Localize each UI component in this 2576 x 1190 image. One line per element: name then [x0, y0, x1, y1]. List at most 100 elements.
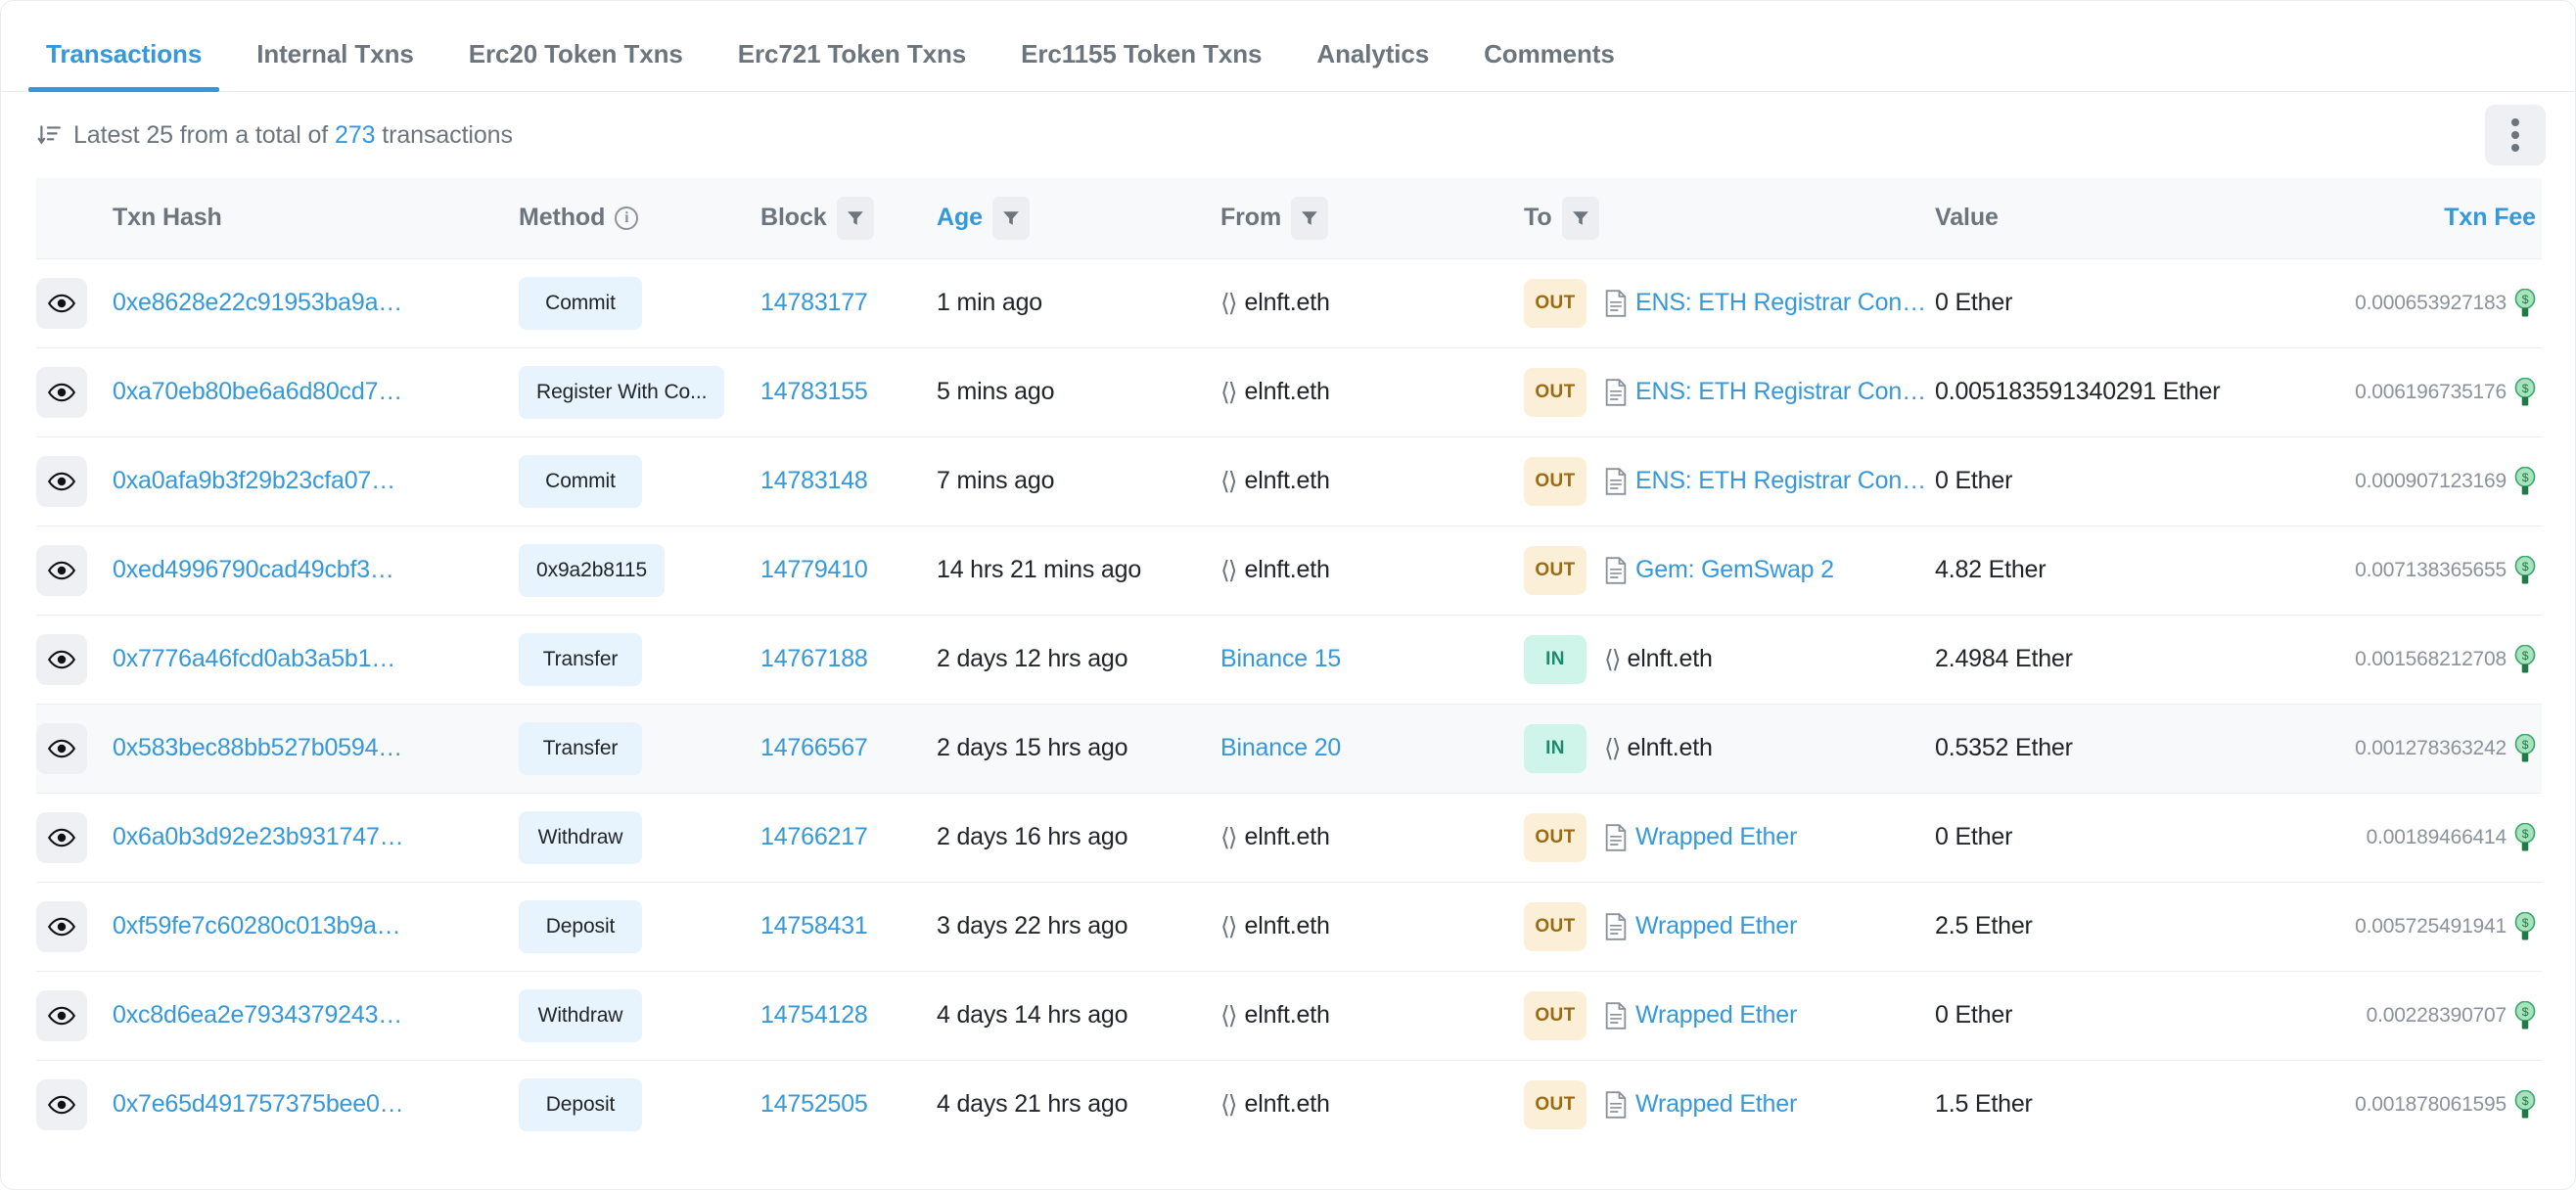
column-filter-button[interactable] [1291, 196, 1329, 240]
row-actions-cell [36, 971, 113, 1060]
age-cell: 4 days 14 hrs ago [937, 1001, 1128, 1029]
txn-hash-link[interactable]: 0xe8628e22c91953ba9a… [113, 289, 402, 317]
to-address-link[interactable]: Wrapped Ether [1635, 823, 1797, 851]
tab-transactions[interactable]: Transactions [19, 39, 229, 92]
tab-bar: Transactions Internal Txns Erc20 Token Txn… [1, 1, 2575, 92]
from-cell: ⟨⟩ elnft.eth [1220, 436, 1524, 526]
column-filter-button[interactable] [991, 196, 1030, 240]
method-badge[interactable]: Deposit [519, 1077, 642, 1131]
to-cell: OUT Wrapped Ether [1524, 1060, 1935, 1149]
gas-price-icon: $ [2514, 1000, 2536, 1030]
block-number-link[interactable]: 14783148 [760, 467, 868, 494]
view-transaction-button[interactable] [36, 277, 87, 329]
view-transaction-button[interactable] [36, 900, 87, 952]
svg-text:$: $ [2522, 471, 2529, 484]
txn-hash-link[interactable]: 0x7e65d491757375bee0… [113, 1090, 404, 1119]
block-number-link[interactable]: 14767188 [760, 645, 868, 672]
method-badge[interactable]: Commit [519, 276, 642, 330]
svg-text:$: $ [2522, 827, 2529, 841]
method-badge[interactable]: 0x9a2b8115 [519, 543, 666, 597]
more-options-button[interactable] [2485, 105, 2546, 165]
view-transaction-button[interactable] [36, 455, 87, 507]
to-address-link[interactable]: Gem: GemSwap 2 [1635, 556, 1834, 584]
gas-price-icon: $ [2514, 733, 2536, 763]
from-address-label: elnft.eth [1244, 823, 1330, 850]
table-row: 0x7776a46fcd0ab3a5b1… Transfer 14767188 2 d… [36, 615, 2542, 704]
txn-hash-link[interactable]: 0xf59fe7c60280c013b9a… [113, 912, 401, 940]
svg-text:$: $ [2522, 560, 2529, 573]
txn-hash-link[interactable]: 0x6a0b3d92e23b931747… [113, 823, 404, 851]
to-address-link[interactable]: ENS: ETH Registrar Con… [1635, 467, 1926, 495]
view-transaction-button[interactable] [36, 366, 87, 418]
age-cell: 14 hrs 21 mins ago [937, 556, 1142, 583]
tab-comments[interactable]: Comments [1456, 39, 1642, 91]
block-number-link[interactable]: 14754128 [760, 1001, 868, 1029]
contract-doc-icon [1604, 556, 1628, 584]
column-filter-button[interactable] [1561, 196, 1599, 240]
method-badge[interactable]: Register With Co... [519, 365, 725, 419]
to-address-link[interactable]: Wrapped Ether [1635, 1001, 1797, 1030]
view-transaction-button[interactable] [36, 633, 87, 685]
tab-erc20-token-txns[interactable]: Erc20 Token Txns [441, 39, 711, 91]
method-badge[interactable]: Deposit [519, 899, 642, 953]
column-header-label: Method [519, 204, 606, 232]
column-filter-button[interactable] [836, 196, 874, 240]
from-address-label: elnft.eth [1244, 289, 1330, 316]
method-badge[interactable]: Transfer [519, 632, 642, 686]
block-number-link[interactable]: 14779410 [760, 556, 868, 583]
method-cell: Withdraw [519, 793, 760, 882]
method-badge[interactable]: Withdraw [519, 810, 642, 864]
from-address-label: elnft.eth [1244, 467, 1330, 494]
from-address-link[interactable]: Binance 15 [1220, 645, 1341, 673]
eye-icon [48, 383, 75, 401]
block-number-link[interactable]: 14752505 [760, 1090, 868, 1118]
view-transaction-button[interactable] [36, 722, 87, 774]
code-brackets-icon: ⟨⟩ [1220, 912, 1237, 940]
direction-badge: OUT [1524, 278, 1587, 328]
tab-analytics[interactable]: Analytics [1289, 39, 1456, 91]
from-cell: ⟨⟩ elnft.eth [1220, 793, 1524, 882]
txn-hash-link[interactable]: 0xc8d6ea2e7934379243… [113, 1001, 402, 1030]
column-header-label: Txn Fee [2444, 204, 2536, 232]
to-address-link[interactable]: Wrapped Ether [1635, 912, 1797, 940]
tab-erc721-token-txns[interactable]: Erc721 Token Txns [711, 39, 993, 91]
to-address-link[interactable]: ENS: ETH Registrar Con… [1635, 378, 1926, 406]
block-number-link[interactable]: 14766217 [760, 823, 868, 850]
txn-hash-link[interactable]: 0x583bec88bb527b0594… [113, 734, 402, 762]
value-cell: 0 Ether [1935, 823, 2013, 850]
method-cell: Register With Co... [519, 347, 760, 436]
contract-doc-icon [1604, 1001, 1628, 1030]
txn-hash-link[interactable]: 0xed4996790cad49cbf3… [113, 556, 394, 584]
method-badge[interactable]: Withdraw [519, 988, 642, 1042]
block-number-link[interactable]: 14783155 [760, 378, 868, 405]
to-address-link[interactable]: ENS: ETH Registrar Con… [1635, 289, 1926, 317]
info-icon[interactable]: i [615, 206, 639, 230]
txn-fee-cell: 0.000907123169 $ [2317, 436, 2542, 526]
view-transaction-button[interactable] [36, 544, 87, 596]
method-badge[interactable]: Transfer [519, 721, 642, 775]
tab-erc1155-token-txns[interactable]: Erc1155 Token Txns [993, 39, 1289, 91]
txn-hash-link[interactable]: 0xa0afa9b3f29b23cfa07… [113, 467, 395, 495]
view-transaction-button[interactable] [36, 811, 87, 863]
txn-hash-link[interactable]: 0xa70eb80be6a6d80cd7… [113, 378, 402, 406]
column-header-actions [36, 178, 113, 258]
direction-badge: OUT [1524, 901, 1587, 951]
view-transaction-button[interactable] [36, 1078, 87, 1130]
age-cell: 1 min ago [937, 289, 1042, 316]
from-address-link[interactable]: Binance 20 [1220, 734, 1341, 762]
block-number-link[interactable]: 14758431 [760, 912, 868, 939]
eye-icon [48, 1006, 75, 1025]
total-transactions-count[interactable]: 273 [335, 121, 376, 149]
to-address-link[interactable]: Wrapped Ether [1635, 1090, 1797, 1119]
block-number-link[interactable]: 14766567 [760, 734, 868, 761]
method-badge[interactable]: Commit [519, 454, 642, 508]
row-actions-cell [36, 347, 113, 436]
block-number-link[interactable]: 14783177 [760, 289, 868, 316]
txn-hash-link[interactable]: 0x7776a46fcd0ab3a5b1… [113, 645, 395, 673]
to-cell: IN ⟨⟩ elnft.eth [1524, 615, 1935, 704]
column-header-method: Method i [519, 178, 760, 258]
block-cell: 14783177 [760, 258, 937, 347]
view-transaction-button[interactable] [36, 989, 87, 1041]
block-cell: 14779410 [760, 526, 937, 615]
tab-internal-txns[interactable]: Internal Txns [229, 39, 441, 91]
